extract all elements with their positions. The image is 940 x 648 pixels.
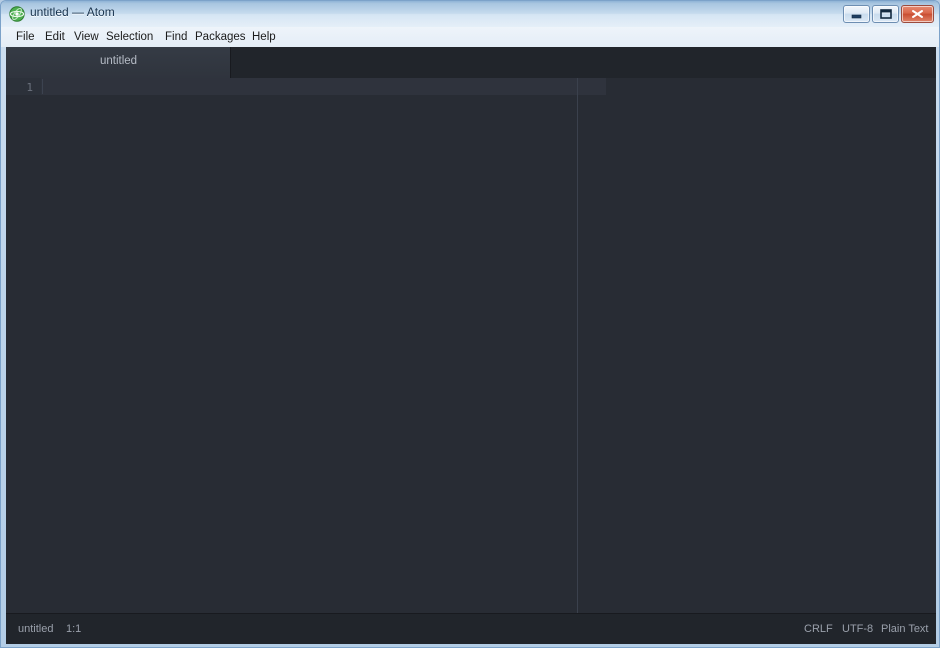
title-bar[interactable]: untitled — Atom bbox=[1, 1, 939, 28]
tab-label: untitled bbox=[99, 55, 138, 67]
menu-item-file[interactable]: File bbox=[14, 30, 37, 44]
status-line-ending[interactable]: CRLF bbox=[804, 623, 833, 635]
close-button[interactable] bbox=[901, 5, 934, 23]
tab-bar: untitled bbox=[6, 47, 936, 78]
menu-bar: File Edit View Selection Find Packages H… bbox=[1, 27, 939, 47]
application-window: untitled — Atom File Edit View Selection… bbox=[0, 0, 940, 648]
status-grammar[interactable]: Plain Text bbox=[881, 623, 929, 635]
atom-workspace: untitled 1 untitled 1:1 CRLF UTF-8 Plain… bbox=[6, 47, 936, 644]
status-bar: untitled 1:1 CRLF UTF-8 Plain Text bbox=[6, 613, 936, 644]
line-number: 1 bbox=[26, 81, 33, 94]
menu-item-view[interactable]: View bbox=[72, 30, 101, 44]
status-file-name[interactable]: untitled bbox=[18, 623, 53, 635]
menu-item-selection[interactable]: Selection bbox=[104, 30, 155, 44]
text-cursor bbox=[42, 79, 43, 94]
menu-item-packages[interactable]: Packages bbox=[193, 30, 248, 44]
active-line-highlight bbox=[41, 78, 606, 95]
text-editor[interactable]: 1 bbox=[6, 78, 936, 613]
minimize-button[interactable] bbox=[843, 5, 870, 23]
menu-item-find[interactable]: Find bbox=[163, 30, 189, 44]
atom-logo-icon bbox=[9, 6, 25, 22]
status-encoding[interactable]: UTF-8 bbox=[842, 623, 873, 635]
tab-untitled[interactable]: untitled bbox=[6, 47, 231, 78]
status-cursor-position[interactable]: 1:1 bbox=[66, 623, 81, 635]
editor-gutter: 1 bbox=[6, 78, 41, 613]
menu-item-help[interactable]: Help bbox=[250, 30, 278, 44]
wrap-guide bbox=[577, 78, 578, 613]
menu-item-edit[interactable]: Edit bbox=[43, 30, 67, 44]
window-title: untitled — Atom bbox=[30, 5, 115, 19]
maximize-button[interactable] bbox=[872, 5, 899, 23]
